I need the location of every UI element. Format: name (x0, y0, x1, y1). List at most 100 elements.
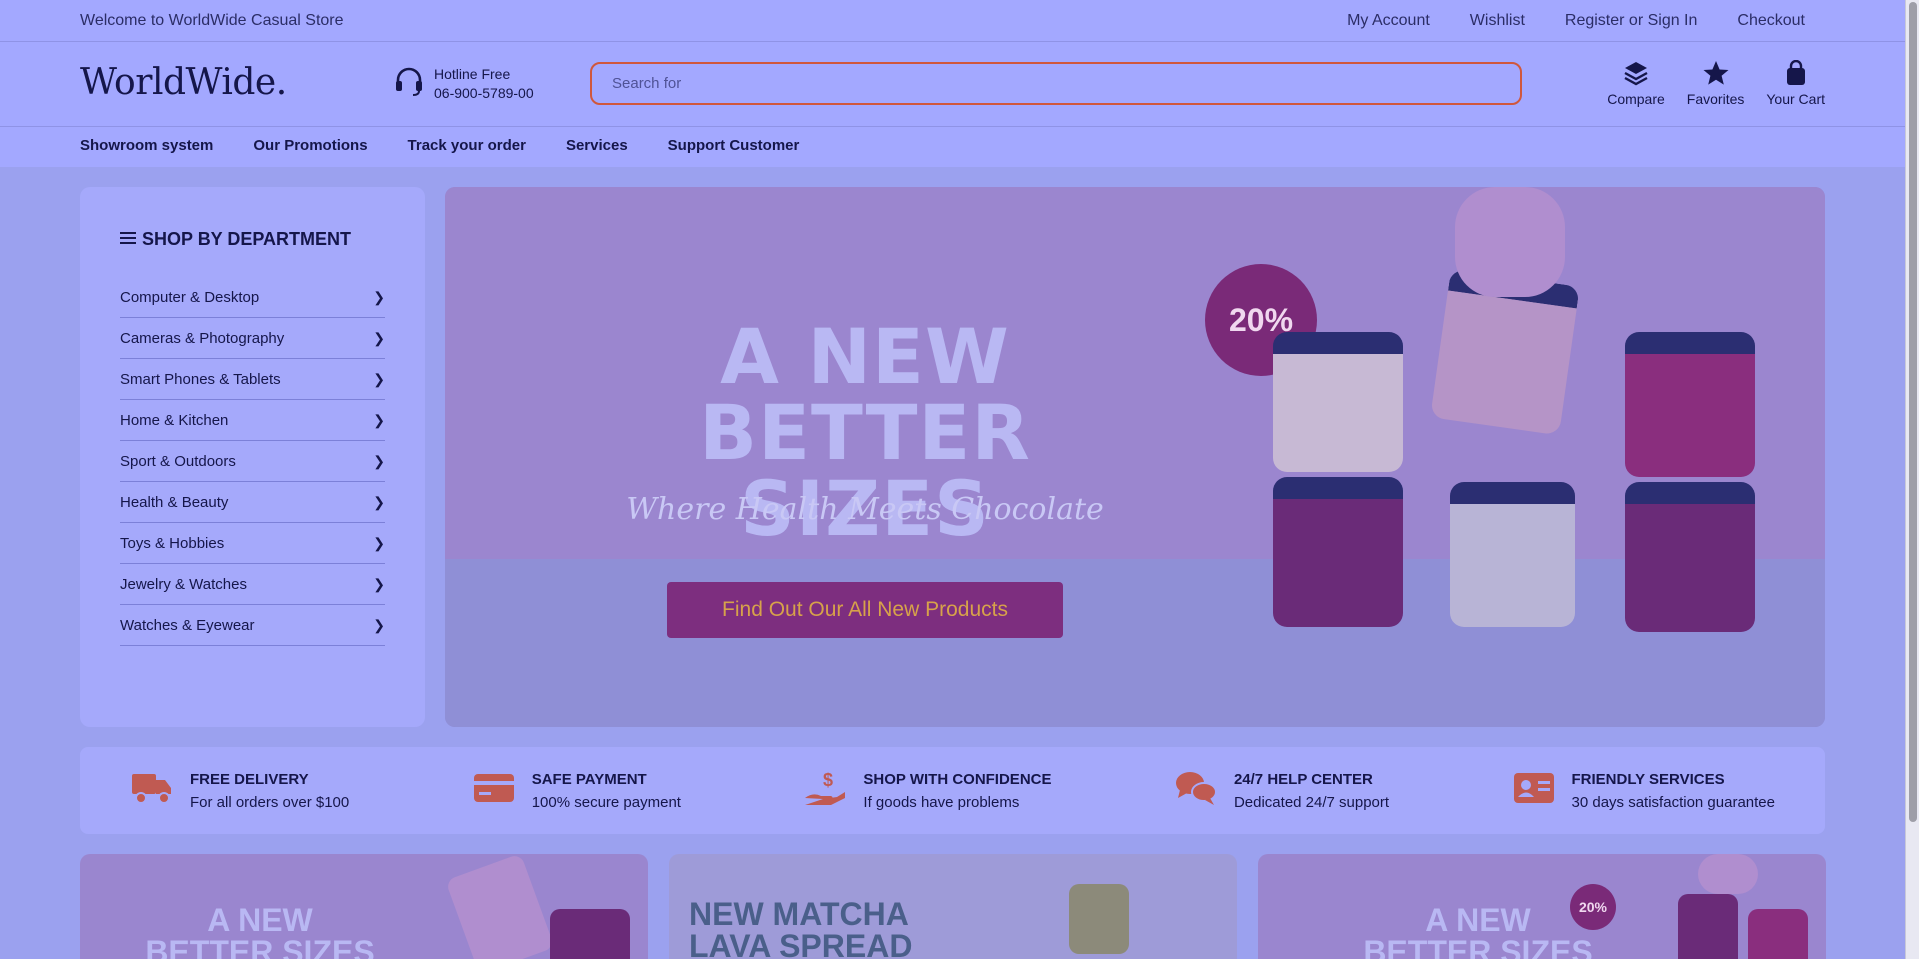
chevron-right-icon: ❯ (373, 534, 385, 551)
feature-title: FREE DELIVERY (190, 770, 309, 788)
id-card-icon (1512, 768, 1556, 813)
compare-label: Compare (1607, 91, 1665, 107)
header-icons: Compare Favorites Your Cart (1607, 59, 1825, 107)
product-image (1698, 854, 1758, 894)
department-sidebar: SHOP BY DEPARTMENT Computer & Desktop ❯ C… (80, 187, 425, 727)
product-image (1678, 894, 1738, 959)
department-item[interactable]: Smart Phones & Tablets ❯ (120, 359, 385, 400)
promo-title-line-1: A NEW (207, 902, 313, 938)
promo-card[interactable]: A NEW BETTER SIZES 20% (1258, 854, 1826, 959)
hotline: Hotline Free 06-900-5789-00 (392, 64, 534, 103)
nav-support-customer[interactable]: Support Customer (668, 137, 800, 154)
feature-subtitle: 30 days satisfaction guarantee (1571, 793, 1775, 811)
department-header[interactable]: SHOP BY DEPARTMENT (120, 229, 351, 250)
feature-help-center: 24/7 HELP CENTER Dedicated 24/7 support (1174, 768, 1389, 813)
logo[interactable]: WorldWide. (80, 62, 287, 103)
feature-title: SAFE PAYMENT (531, 770, 647, 788)
product-image (1069, 884, 1129, 954)
department-label: Computer & Desktop (120, 288, 260, 306)
hero-banner: A NEW BETTER SIZES Where Health Meets Ch… (445, 187, 1825, 727)
bag-icon (1782, 59, 1810, 91)
discount-badge: 20% (1570, 884, 1616, 930)
register-signin-link[interactable]: Register or Sign In (1565, 12, 1698, 30)
promo-title-line-2: BETTER SIZES (145, 934, 375, 959)
feature-title: 24/7 HELP CENTER (1233, 770, 1373, 788)
promo-title-line-1: A NEW (1425, 902, 1531, 938)
promo-card[interactable]: NEW MATCHA LAVA SPREAD (669, 854, 1237, 959)
department-label: Sport & Outdoors (120, 452, 236, 470)
feature-subtitle: 100% secure payment (531, 793, 681, 811)
feature-title: SHOP WITH CONFIDENCE (863, 770, 1052, 788)
chevron-right-icon: ❯ (373, 329, 385, 346)
top-links: My Account Wishlist Register or Sign In … (1347, 12, 1805, 30)
chat-icon (1174, 768, 1218, 813)
department-item[interactable]: Computer & Desktop ❯ (120, 277, 385, 318)
hotline-label: Hotline Free (434, 65, 511, 82)
favorites-button[interactable]: Favorites (1686, 60, 1745, 107)
product-image (445, 854, 555, 959)
department-label: Health & Beauty (120, 493, 229, 511)
department-item[interactable]: Jewelry & Watches ❯ (120, 564, 385, 605)
star-icon (1702, 60, 1730, 91)
hero-headline-line-2: BETTER SIZES (699, 388, 1031, 553)
chevron-right-icon: ❯ (373, 575, 385, 592)
welcome-text: Welcome to WorldWide Casual Store (80, 12, 344, 29)
hero-cta-button[interactable]: Find Out Our All New Products (667, 582, 1063, 638)
feature-title: FRIENDLY SERVICES (1571, 770, 1725, 788)
nav-track-order[interactable]: Track your order (408, 137, 526, 154)
promo-card[interactable]: A NEW BETTER SIZES (80, 854, 648, 959)
svg-text:$: $ (823, 770, 833, 790)
department-item[interactable]: Sport & Outdoors ❯ (120, 441, 385, 482)
truck-icon (130, 768, 174, 813)
chevron-right-icon: ❯ (373, 370, 385, 387)
compare-button[interactable]: Compare (1607, 60, 1665, 107)
favorites-label: Favorites (1686, 91, 1745, 107)
hero-surface (445, 559, 1825, 727)
cart-label: Your Cart (1766, 91, 1825, 107)
department-item[interactable]: Watches & Eyewear ❯ (120, 605, 385, 646)
my-account-link[interactable]: My Account (1347, 12, 1430, 30)
feature-friendly-services: FRIENDLY SERVICES 30 days satisfaction g… (1512, 768, 1775, 813)
hero-tagline: Where Health Meets Chocolate (626, 492, 1104, 527)
scrollbar-thumb[interactable] (1909, 2, 1917, 822)
chevron-right-icon: ❯ (373, 288, 385, 305)
department-label: Jewelry & Watches (120, 575, 247, 593)
nav-showroom-system[interactable]: Showroom system (80, 137, 213, 154)
hand-dollar-icon: $ (803, 768, 847, 813)
main-nav: Showroom system Our Promotions Track you… (0, 127, 1905, 167)
department-item[interactable]: Health & Beauty ❯ (120, 482, 385, 523)
department-title: SHOP BY DEPARTMENT (142, 229, 352, 249)
feature-subtitle: For all orders over $100 (190, 793, 350, 811)
menu-icon (120, 229, 136, 250)
department-item[interactable]: Cameras & Photography ❯ (120, 318, 385, 359)
department-label: Cameras & Photography (120, 329, 285, 347)
chevron-right-icon: ❯ (373, 616, 385, 633)
page-scrollbar[interactable] (1905, 0, 1919, 959)
promo-title-line-1: NEW MATCHA (689, 896, 909, 932)
product-image (550, 909, 630, 959)
header: WorldWide. Hotline Free 06-900-5789-00 C… (0, 42, 1905, 127)
promo-title: NEW MATCHA LAVA SPREAD (689, 898, 989, 959)
feature-subtitle: If goods have problems (863, 793, 1020, 811)
feature-strip: FREE DELIVERY For all orders over $100 S… (80, 747, 1825, 834)
checkout-link[interactable]: Checkout (1737, 12, 1805, 30)
hotline-number: 06-900-5789-00 (434, 84, 534, 101)
department-item[interactable]: Toys & Hobbies ❯ (120, 523, 385, 564)
department-item[interactable]: Home & Kitchen ❯ (120, 400, 385, 441)
nav-our-promotions[interactable]: Our Promotions (253, 137, 367, 154)
credit-card-icon (472, 768, 516, 813)
feature-free-delivery: FREE DELIVERY For all orders over $100 (130, 768, 349, 813)
layers-icon (1622, 60, 1650, 91)
nav-services[interactable]: Services (566, 137, 628, 154)
cart-button[interactable]: Your Cart (1766, 59, 1825, 107)
feature-shop-confidence: $ SHOP WITH CONFIDENCE If goods have pro… (803, 768, 1052, 813)
product-image (1748, 909, 1808, 959)
promo-title-line-2: LAVA SPREAD (689, 928, 913, 959)
top-bar: Welcome to WorldWide Casual Store My Acc… (0, 0, 1905, 42)
department-label: Toys & Hobbies (120, 534, 225, 552)
wishlist-link[interactable]: Wishlist (1470, 12, 1525, 30)
search-input[interactable] (590, 62, 1522, 105)
chevron-right-icon: ❯ (373, 452, 385, 469)
chevron-right-icon: ❯ (373, 493, 385, 510)
feature-subtitle: Dedicated 24/7 support (1233, 793, 1390, 811)
